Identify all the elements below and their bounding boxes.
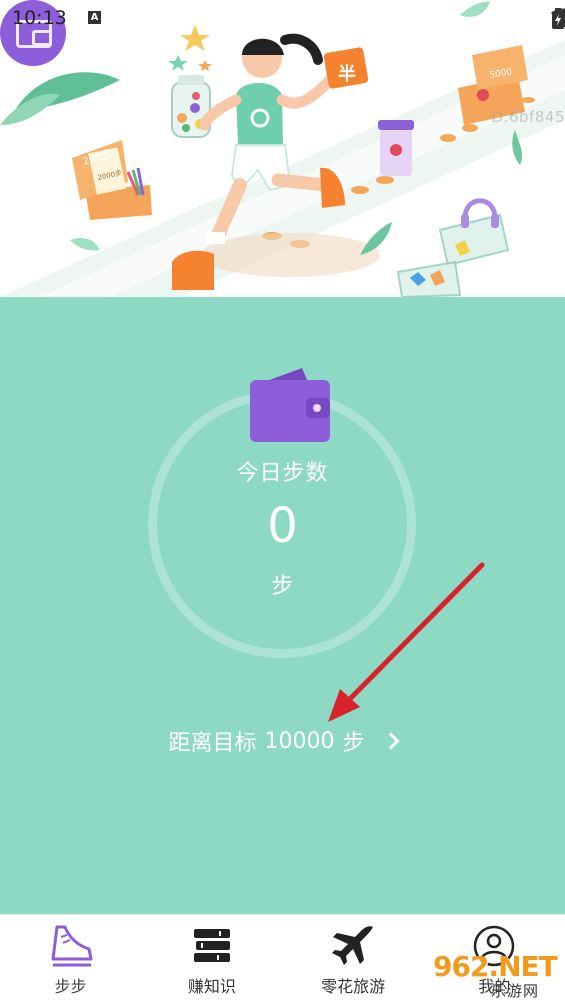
red-arrow-annotation — [328, 562, 485, 722]
hero-illustration: 200步 2000步 半 5000 — [0, 1, 565, 297]
nav-item-travel[interactable]: 零花旅游 — [283, 915, 424, 1004]
sign-char: 半 — [338, 63, 356, 85]
watermark-number: 962.NET — [433, 950, 558, 983]
keyboard-indicator-icon: A — [88, 11, 101, 24]
battery-charging-icon — [552, 8, 564, 29]
site-watermark-logo: 962.NET 乐游网 — [429, 950, 561, 1000]
overlay-id-text: D:6bf845 — [491, 108, 565, 126]
watermark-name: 乐游网 — [491, 982, 540, 1000]
nav-item-steps[interactable]: 步步 — [0, 915, 141, 1004]
sneaker-icon — [51, 925, 93, 967]
status-bar: 10:13 A — [0, 0, 565, 36]
airplane-icon — [332, 926, 374, 965]
status-time: 10:13 — [12, 7, 67, 29]
bottom-nav: 步步 赚知识 零花旅游 我的 962.NET 乐游网 — [0, 914, 565, 1004]
nav-label-knowledge: 赚知识 — [187, 977, 236, 996]
books-icon — [193, 929, 230, 962]
hero-banner: 200步 2000步 半 5000 10:13 A D:6bf845 — [0, 0, 565, 297]
step-panel: 今日步数 0 步 距离目标 10000 步 — [0, 297, 565, 914]
nav-label-steps: 步步 — [54, 977, 87, 996]
nav-label-travel: 零花旅游 — [321, 977, 386, 996]
nav-item-knowledge[interactable]: 赚知识 — [141, 915, 282, 1004]
